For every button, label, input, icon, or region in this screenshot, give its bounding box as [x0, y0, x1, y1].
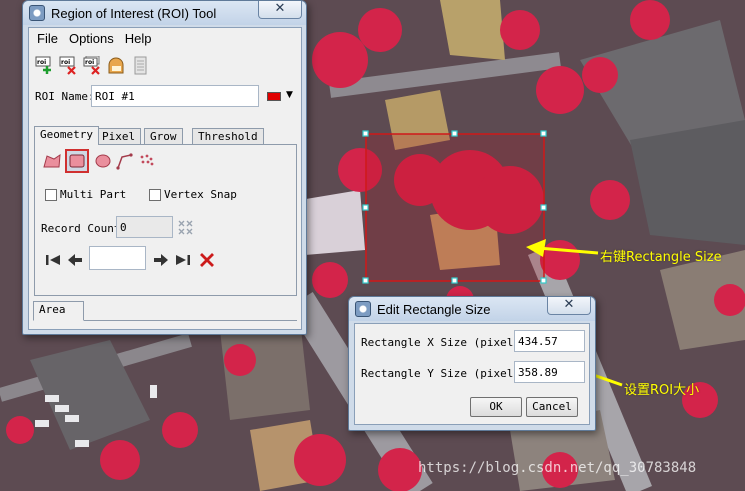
cancel-button[interactable]: Cancel	[526, 397, 578, 417]
roi-save-icon[interactable]	[131, 56, 150, 75]
next-record-icon[interactable]	[151, 250, 171, 270]
delete-record-icon[interactable]	[197, 250, 217, 270]
roi-handle-s[interactable]	[451, 277, 458, 284]
tab-threshold[interactable]: Threshold	[192, 128, 264, 145]
dialog-body: Rectangle X Size (pixels) Rectangle Y Si…	[354, 323, 590, 425]
rect-y-size-input[interactable]	[514, 361, 585, 383]
roi-tool-body: File Options Help roi roi roi ROI Name:	[28, 27, 302, 330]
multi-part-option[interactable]: Multi Part	[45, 188, 126, 201]
roi-tool-window[interactable]: Region of Interest (ROI) Tool ✕ File Opt…	[22, 0, 307, 335]
polyline-tool-icon[interactable]	[115, 151, 135, 171]
roi-load-icon[interactable]	[107, 56, 126, 75]
roi-color-picker[interactable]: ▼	[267, 90, 297, 104]
menu-options[interactable]: Options	[69, 31, 114, 46]
ok-button[interactable]: OK	[470, 397, 522, 417]
roi-handle-n[interactable]	[451, 130, 458, 137]
tab-area[interactable]: Area	[33, 301, 84, 321]
menu-file[interactable]: File	[37, 31, 58, 46]
annotation-right-click-text: 右键Rectangle Size	[600, 250, 722, 265]
roi-new-icon[interactable]: roi	[35, 56, 54, 75]
roi-handle-e[interactable]	[540, 204, 547, 211]
roi-toolbar: roi roi roi	[35, 55, 150, 75]
vertex-snap-checkbox[interactable]	[149, 189, 161, 201]
roi-handle-w[interactable]	[362, 204, 369, 211]
roi-handle-ne[interactable]	[540, 130, 547, 137]
tab-grow[interactable]: Grow	[144, 128, 183, 145]
app-icon	[29, 5, 45, 21]
roi-name-input[interactable]	[91, 85, 259, 107]
goto-record-icon[interactable]	[176, 218, 196, 238]
watermark-text: https://blog.csdn.net/qq_30783848	[418, 460, 697, 476]
vertex-snap-option[interactable]: Vertex Snap	[149, 188, 237, 201]
geometry-panel: Multi Part Vertex Snap Record Count	[34, 144, 297, 296]
previous-record-icon[interactable]	[65, 250, 85, 270]
last-record-icon[interactable]	[173, 250, 193, 270]
first-record-icon[interactable]	[43, 250, 63, 270]
roi-tool-title: Region of Interest (ROI) Tool	[51, 5, 217, 21]
roi-delete-icon[interactable]: roi	[59, 56, 78, 75]
multi-part-label: Multi Part	[60, 188, 127, 201]
dialog-close-button[interactable]: ✕	[547, 297, 591, 315]
menu-help[interactable]: Help	[125, 31, 152, 46]
roi-tool-close-button[interactable]: ✕	[258, 1, 302, 19]
record-count-field	[116, 216, 173, 238]
roi-name-label: ROI Name:	[35, 90, 95, 103]
record-count-label: Record Count	[41, 222, 121, 235]
roi-handle-sw[interactable]	[362, 277, 369, 284]
roi-color-swatch	[267, 92, 281, 101]
rect-y-size-label: Rectangle Y Size (pixels)	[361, 367, 527, 380]
tab-geometry[interactable]: Geometry	[34, 126, 99, 145]
roi-rectangle[interactable]	[365, 133, 545, 282]
vertex-snap-label: Vertex Snap	[164, 188, 237, 201]
multi-part-checkbox[interactable]	[45, 189, 57, 201]
edit-rectangle-size-dialog[interactable]: Edit Rectangle Size ✕ Rectangle X Size (…	[348, 296, 596, 431]
rect-x-size-input[interactable]	[514, 330, 585, 352]
dialog-title: Edit Rectangle Size	[377, 301, 491, 317]
svg-text:roi: roi	[85, 59, 94, 66]
menubar: File Options Help	[29, 28, 301, 48]
roi-handle-se[interactable]	[540, 277, 547, 284]
point-tool-icon[interactable]	[137, 151, 157, 171]
polygon-tool-icon[interactable]	[42, 151, 62, 171]
svg-text:roi: roi	[37, 59, 46, 66]
svg-text:roi: roi	[61, 59, 70, 66]
ellipse-tool-icon[interactable]	[93, 151, 113, 171]
annotation-set-size-text: 设置ROI大小	[624, 383, 700, 398]
record-index-input[interactable]	[89, 246, 146, 270]
roi-delete-all-icon[interactable]: roi	[83, 55, 102, 75]
app-icon	[355, 301, 371, 317]
tab-pixel[interactable]: Pixel	[96, 128, 142, 145]
roi-handle-nw[interactable]	[362, 130, 369, 137]
rectangle-tool-icon[interactable]	[65, 149, 89, 173]
chevron-down-icon: ▼	[286, 90, 293, 100]
rect-x-size-label: Rectangle X Size (pixels)	[361, 336, 527, 349]
